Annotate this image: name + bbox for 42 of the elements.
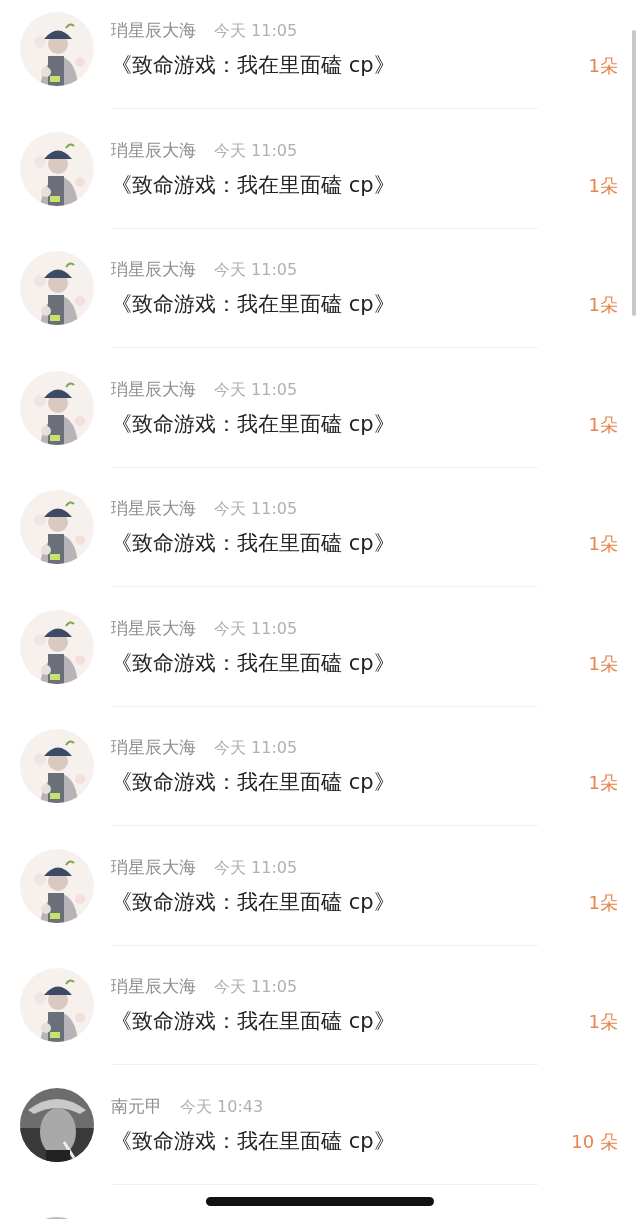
timestamp: 今天 11:05 <box>214 857 298 879</box>
work-title: 《致命游戏：我在里面磕 cp》 <box>111 171 396 199</box>
flower-count: 1朵 <box>588 1010 618 1034</box>
user-name: 琑星辰大海 <box>111 975 196 998</box>
timestamp: 今天 11:05 <box>214 738 298 759</box>
timestamp: 今天 11:05 <box>214 140 298 162</box>
work-title: 《致命游戏：我在里面磕 cp》 <box>111 769 396 796</box>
flower-count: 1朵 <box>588 771 618 795</box>
user-name: 南元甲 <box>111 1094 162 1118</box>
work-title: 《致命游戏：我在里面磕 cp》 <box>111 888 396 916</box>
user-name: 琑星辰大海 <box>111 377 196 401</box>
flower-count: 1朵 <box>588 54 618 78</box>
timestamp: 今天 11:05 <box>214 379 298 401</box>
scrollbar[interactable] <box>632 30 636 316</box>
work-title: 《致命游戏：我在里面磕 cp》 <box>111 1008 396 1035</box>
home-indicator[interactable] <box>206 1197 434 1206</box>
work-title: 《致命游戏：我在里面磕 cp》 <box>111 291 396 318</box>
timestamp: 今天 11:05 <box>214 977 298 998</box>
user-name: 琑星辰大海 <box>111 616 196 640</box>
flower-count: 1朵 <box>588 532 618 556</box>
flower-count: 1朵 <box>588 293 618 317</box>
flower-count: 1朵 <box>588 412 618 437</box>
timestamp: 今天 11:05 <box>214 499 298 520</box>
work-title: 《致命游戏：我在里面磕 cp》 <box>111 1127 396 1155</box>
user-name: 琑星辰大海 <box>111 855 196 879</box>
flower-count: 1朵 <box>588 651 618 676</box>
user-name: 琑星辰大海 <box>111 19 196 42</box>
timestamp: 今天 11:05 <box>214 21 298 42</box>
timestamp: 今天 11:05 <box>214 260 298 281</box>
user-name: 琑星辰大海 <box>111 138 196 162</box>
work-title: 《致命游戏：我在里面磕 cp》 <box>111 410 396 438</box>
flower-count: 1朵 <box>588 173 618 198</box>
timestamp: 今天 11:05 <box>214 618 298 640</box>
user-name: 琑星辰大海 <box>111 497 196 520</box>
work-title: 《致命游戏：我在里面磕 cp》 <box>111 52 396 79</box>
work-title: 《致命游戏：我在里面磕 cp》 <box>111 530 396 557</box>
flower-count: 1朵 <box>588 890 618 915</box>
flower-count: 10 朵 <box>571 1129 618 1154</box>
user-name: 琑星辰大海 <box>111 736 196 759</box>
work-title: 《致命游戏：我在里面磕 cp》 <box>111 649 396 677</box>
user-name: 琑星辰大海 <box>111 258 196 281</box>
timestamp: 今天 10:43 <box>180 1096 264 1118</box>
